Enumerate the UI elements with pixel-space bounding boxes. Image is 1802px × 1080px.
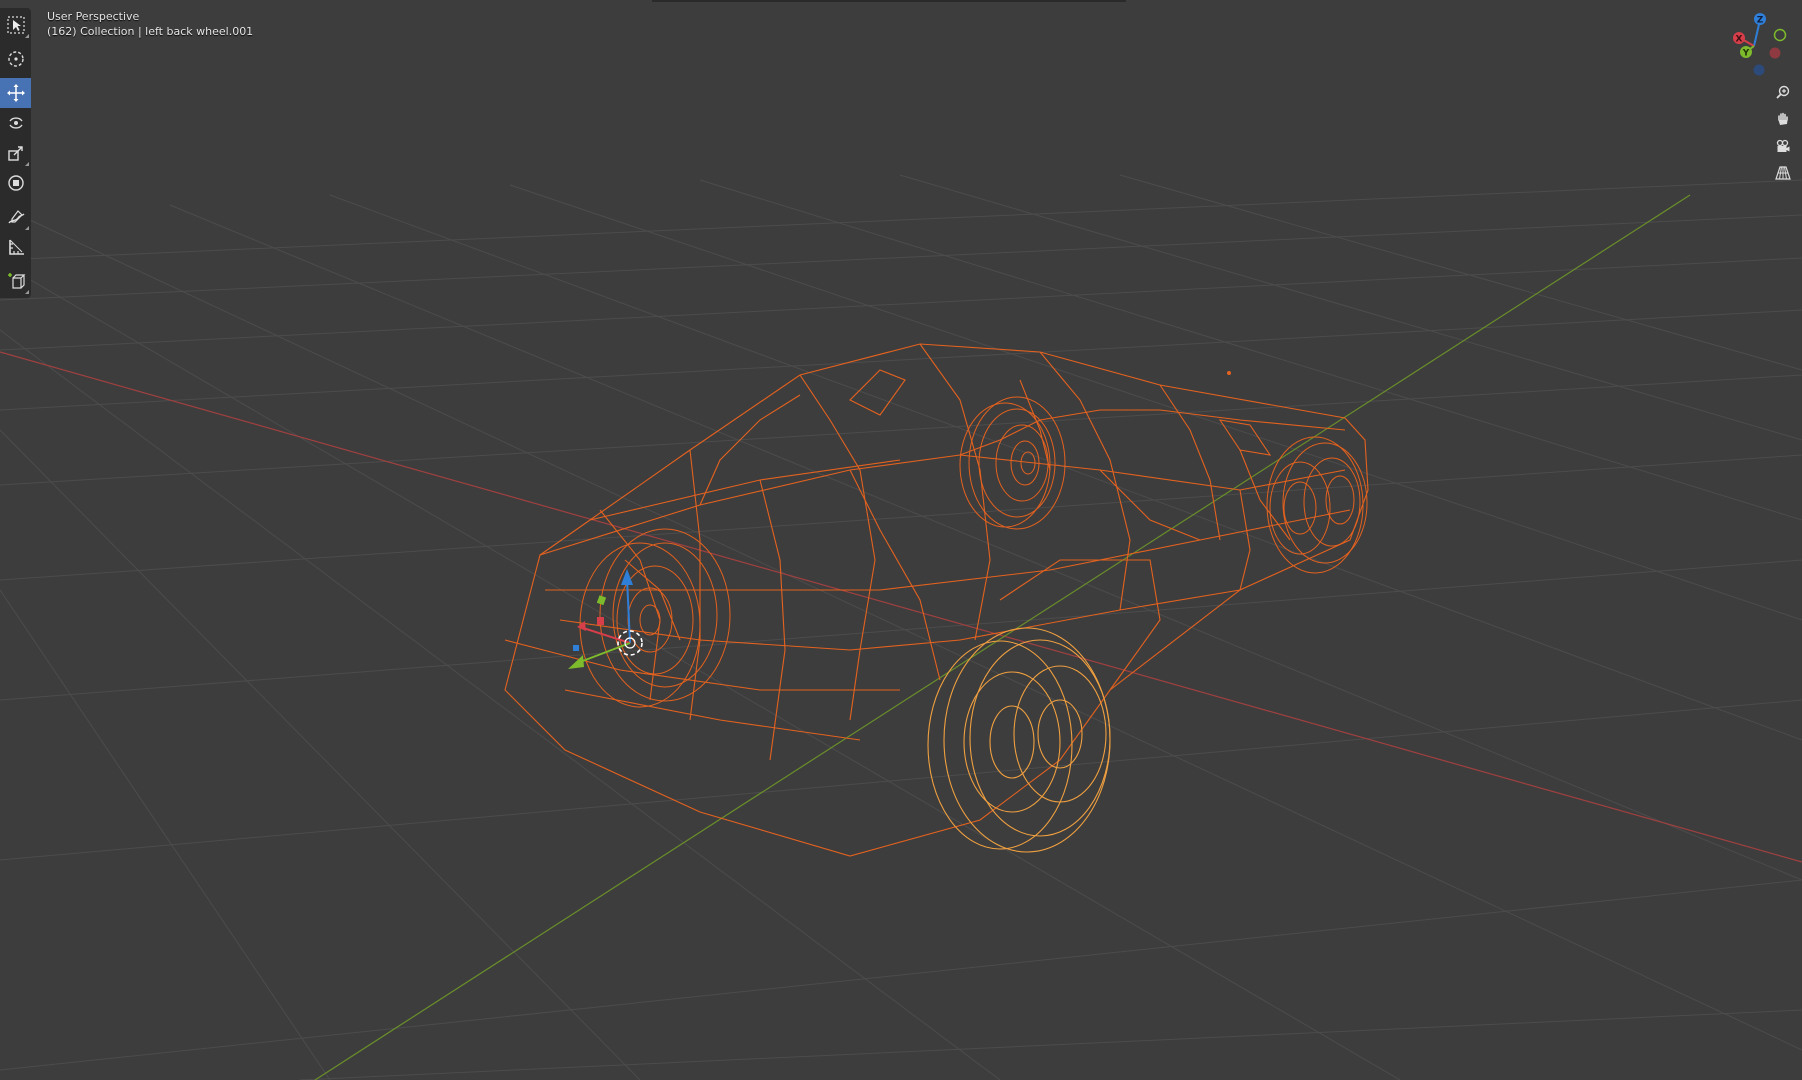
pan-hand-icon — [1778, 112, 1788, 125]
gizmo-neg-y-icon[interactable] — [1773, 28, 1787, 42]
transform-icon — [7, 175, 24, 191]
origin-dot — [1227, 371, 1231, 375]
scale-icon — [7, 146, 23, 161]
annotate-tool[interactable] — [0, 202, 31, 232]
perspective-grid-icon — [1775, 166, 1791, 180]
3d-viewport[interactable]: User Perspective (162) Collection | left… — [0, 0, 1802, 1080]
rotate-tool[interactable] — [0, 108, 31, 138]
move-icon — [6, 84, 25, 102]
cursor-tool[interactable] — [0, 44, 31, 74]
car-wireframe[interactable] — [504, 343, 1369, 857]
move-gizmo[interactable] — [568, 569, 643, 669]
cursor-icon — [7, 51, 24, 67]
gizmo-x-label: X — [1736, 35, 1743, 45]
measure-tool[interactable] — [0, 232, 31, 262]
camera-icon — [1776, 139, 1790, 152]
select-box-tool[interactable] — [0, 10, 31, 40]
view-name: User Perspective — [47, 10, 140, 23]
viewport-info: User Perspective (162) Collection | left… — [47, 9, 253, 39]
transform-tool[interactable] — [0, 168, 31, 198]
object-info: (162) Collection | left back wheel.001 — [47, 25, 254, 38]
annotate-icon — [7, 210, 24, 224]
add-cube-tool[interactable] — [0, 266, 31, 296]
camera-view-button[interactable] — [1771, 134, 1795, 158]
zoom-button[interactable] — [1771, 80, 1795, 104]
move-tool[interactable] — [0, 78, 31, 108]
perspective-toggle-button[interactable] — [1771, 161, 1795, 185]
rotate-icon — [8, 117, 23, 129]
add-cube-icon — [7, 273, 25, 289]
header-edge — [652, 0, 1126, 2]
gizmo-neg-z-icon[interactable] — [1753, 64, 1765, 76]
gizmo-z-label: Z — [1757, 16, 1764, 26]
navigation-buttons — [1771, 80, 1795, 185]
gizmo-neg-x-icon[interactable] — [1769, 47, 1781, 59]
wheel-front-right-active[interactable] — [927, 627, 1111, 853]
navigation-gizmo[interactable]: Z X Y — [1724, 8, 1790, 78]
measure-icon — [8, 239, 24, 255]
select-box-icon — [6, 16, 25, 34]
scene-canvas[interactable] — [0, 0, 1802, 1080]
scale-tool[interactable] — [0, 138, 31, 168]
ground-grid — [0, 174, 1802, 1080]
x-axis-line — [0, 351, 1802, 863]
wheel-back-left[interactable] — [959, 396, 1066, 530]
tool-shelf — [0, 8, 31, 298]
pan-button[interactable] — [1771, 107, 1795, 131]
y-axis-line — [314, 194, 1691, 1080]
gizmo-y-label: Y — [1742, 49, 1750, 59]
zoom-icon — [1776, 85, 1790, 99]
